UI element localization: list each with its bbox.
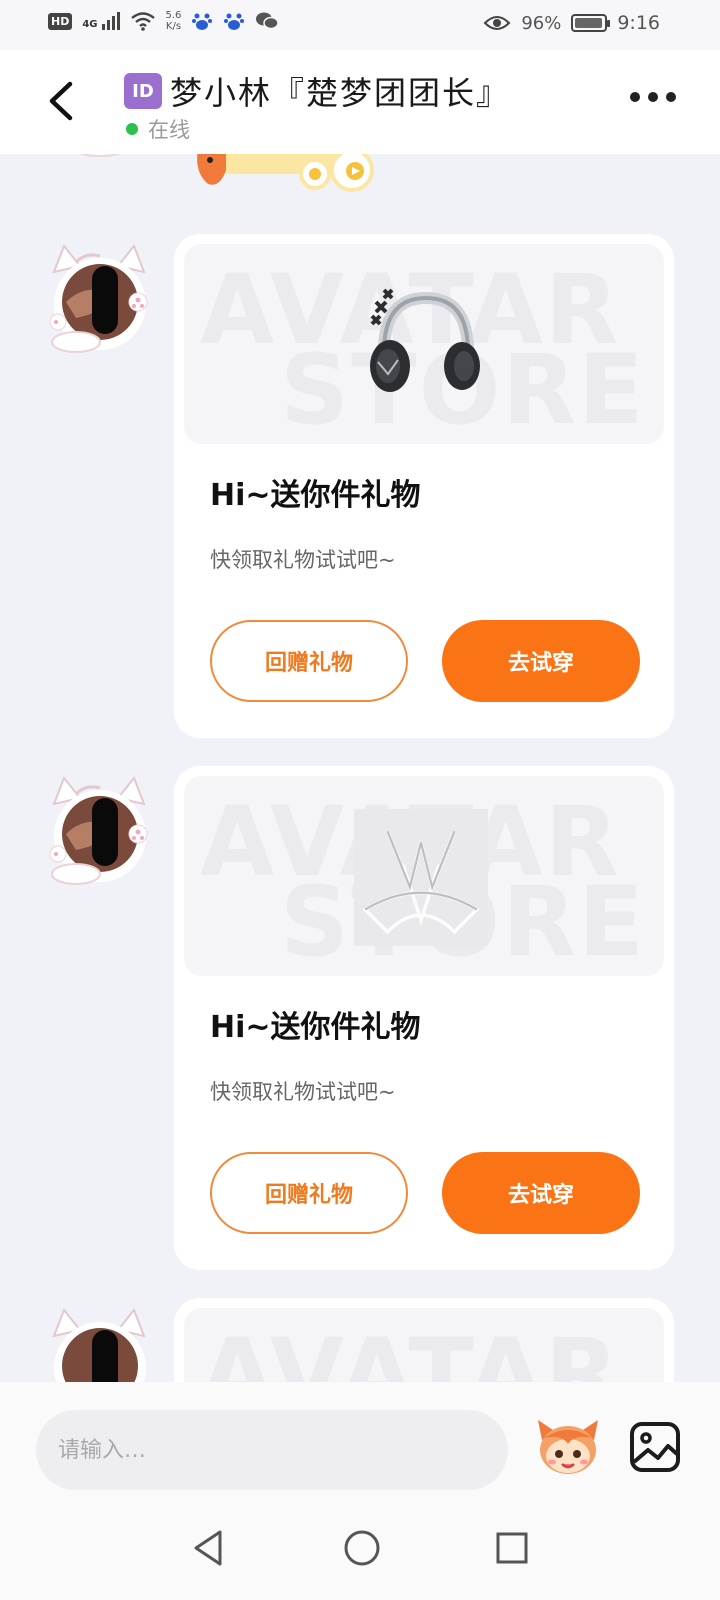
more-dot <box>630 92 640 102</box>
online-status: 在线 <box>126 114 190 144</box>
try-on-button[interactable]: 去试穿 <box>442 620 640 702</box>
recent-square-icon[interactable] <box>494 1528 530 1568</box>
wifi-icon <box>130 12 155 31</box>
gift-banner: AVATAR STORE <box>184 776 664 976</box>
gift-card-subtitle: 快领取礼物试试吧~ <box>210 1080 396 1104</box>
try-on-button[interactable]: 去试穿 <box>442 1152 640 1234</box>
cat-avatar-icon <box>49 244 148 353</box>
online-status-text: 在线 <box>148 118 190 142</box>
baidu-app-icon-2 <box>224 13 245 30</box>
headphones-icon <box>370 288 480 392</box>
sender-avatar[interactable] <box>46 242 154 360</box>
more-dot <box>666 92 676 102</box>
online-dot-icon <box>126 123 138 135</box>
chat-title[interactable]: 梦小林『楚梦团团长』 <box>170 68 510 114</box>
message-input-bar <box>0 1382 720 1500</box>
id-badge-icon: ID <box>124 73 162 109</box>
system-nav-bar <box>0 1500 720 1600</box>
cat-avatar-icon <box>52 1308 146 1382</box>
battery-percent: 96% <box>521 12 562 34</box>
battery-icon <box>571 14 611 32</box>
gift-banner: AVATAR STORE <box>184 244 664 444</box>
message-input[interactable] <box>36 1410 508 1490</box>
network-signal-icon: 4G <box>82 12 120 30</box>
status-bar: HD 4G 5.6 K/s 96% 9:16 <box>0 0 720 50</box>
clock: 9:16 <box>617 12 660 34</box>
wechat-icon <box>256 12 280 30</box>
back-triangle-icon[interactable] <box>190 1528 226 1568</box>
banner-watermark-text: AVATAR <box>200 1318 621 1382</box>
crown-wings-icon <box>354 809 488 946</box>
gift-card-title: Hi~送你件礼物 <box>210 478 421 513</box>
gift-card: AVATAR STORE Hi~送你件礼物 快领取礼物试试吧~ 回赠礼物 去试穿 <box>174 234 674 738</box>
chat-message-list[interactable]: AVATAR STORE Hi~送你件礼物 快领取礼物试试吧~ 回赠礼物 去试穿 <box>0 154 720 1382</box>
sender-avatar[interactable] <box>46 774 154 892</box>
mascot-sticker-button[interactable] <box>534 1418 602 1478</box>
network-type: 4G <box>82 19 98 30</box>
avatar-partial <box>78 154 122 157</box>
gift-banner: AVATAR <box>184 1308 664 1382</box>
baidu-app-icon <box>192 13 213 30</box>
hd-indicator: HD <box>48 12 73 30</box>
chat-title-row: ID 梦小林『楚梦团团长』 <box>124 68 510 114</box>
speed-value: 5.6 <box>165 10 182 21</box>
eye-icon <box>483 16 511 30</box>
gift-card: AVATAR <box>174 1298 674 1382</box>
gift-card-title: Hi~送你件礼物 <box>210 1010 421 1045</box>
network-speed: 5.6 K/s <box>166 10 182 32</box>
more-dot <box>648 92 658 102</box>
gift-card-subtitle: 快领取礼物试试吧~ <box>210 548 396 572</box>
return-gift-button[interactable]: 回赠礼物 <box>210 1152 408 1234</box>
battery-fill <box>575 18 603 28</box>
back-button[interactable] <box>40 76 84 126</box>
return-gift-button[interactable]: 回赠礼物 <box>210 620 408 702</box>
speed-unit: K/s <box>165 21 182 32</box>
image-picker-icon[interactable] <box>628 1420 682 1474</box>
sticker-partial <box>197 154 374 192</box>
sender-avatar[interactable] <box>46 1306 154 1382</box>
cat-avatar-icon <box>49 776 148 885</box>
more-options-button[interactable] <box>630 92 676 102</box>
chat-header: ID 梦小林『楚梦团团长』 在线 <box>0 50 720 154</box>
gift-card: AVATAR STORE Hi~送你件礼物 快领取礼物试试吧~ 回赠礼物 去试穿 <box>174 766 674 1270</box>
home-circle-icon[interactable] <box>342 1528 382 1568</box>
